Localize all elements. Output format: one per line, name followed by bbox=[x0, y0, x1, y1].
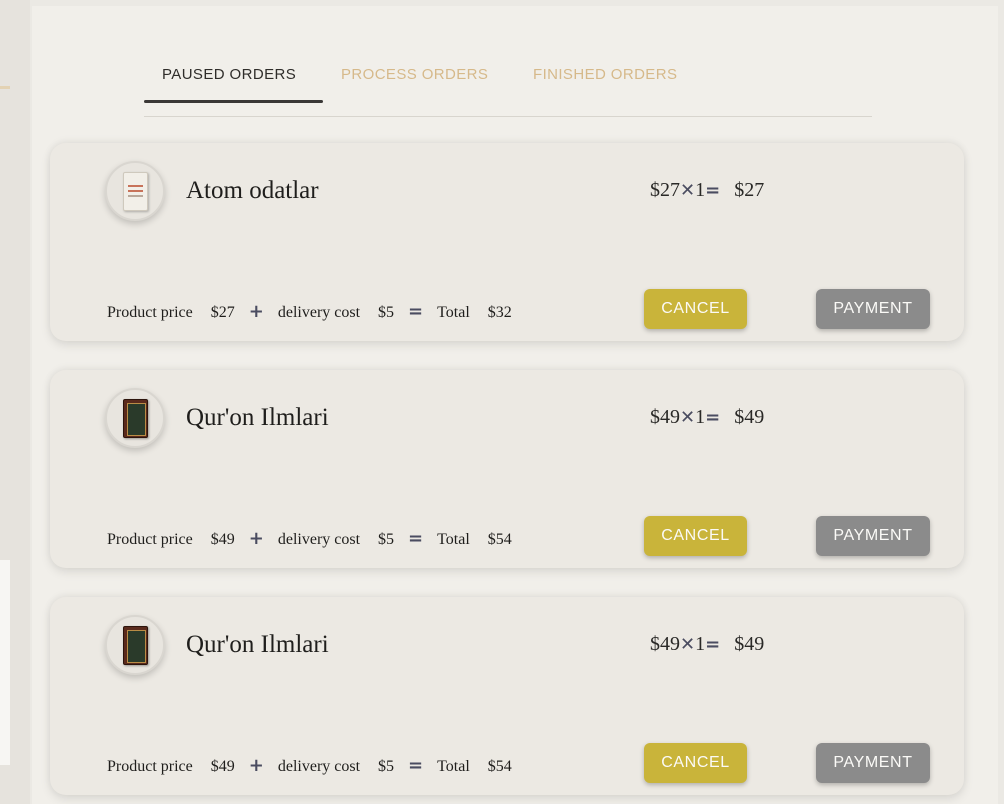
product-title: Qur'on Ilmlari bbox=[186, 404, 329, 431]
product-title: Qur'on Ilmlari bbox=[186, 631, 329, 658]
line-total: $49 bbox=[734, 406, 765, 428]
quantity: 1 bbox=[695, 179, 706, 201]
equals-icon: = bbox=[408, 301, 424, 322]
payment-button[interactable]: PAYMENT bbox=[816, 289, 930, 329]
unit-price-line: $49✕1= $49 bbox=[650, 406, 764, 429]
unit-price: $49 bbox=[650, 406, 680, 428]
delivery-label: delivery cost bbox=[277, 304, 361, 321]
times-icon: ✕ bbox=[680, 634, 696, 655]
times-icon: ✕ bbox=[680, 407, 696, 428]
sidebar-accent-line bbox=[0, 86, 10, 89]
line-total: $27 bbox=[734, 179, 765, 201]
order-card: Qur'on Ilmlari $49✕1= $49 Product price $4… bbox=[50, 370, 964, 568]
product-thumbnail bbox=[105, 161, 165, 221]
total-label: Total bbox=[437, 531, 470, 548]
total-label: Total bbox=[437, 758, 470, 775]
tab-paused-orders[interactable]: PAUSED ORDERS bbox=[162, 66, 296, 83]
tab-finished-orders[interactable]: FINISHED ORDERS bbox=[533, 66, 677, 83]
equals-icon: = bbox=[705, 407, 721, 428]
equals-icon: = bbox=[705, 634, 721, 655]
payment-button[interactable]: PAYMENT bbox=[816, 743, 930, 783]
unit-price: $49 bbox=[650, 633, 680, 655]
total-value: $32 bbox=[487, 304, 512, 321]
plus-icon: + bbox=[248, 528, 264, 549]
product-price: $49 bbox=[210, 758, 235, 775]
active-tab-indicator bbox=[144, 100, 323, 103]
total-label: Total bbox=[437, 304, 470, 321]
unit-price: $27 bbox=[650, 179, 680, 201]
cancel-button[interactable]: CANCEL bbox=[644, 516, 747, 556]
product-title: Atom odatlar bbox=[186, 177, 319, 204]
quantity: 1 bbox=[695, 406, 706, 428]
product-price-label: Product price bbox=[107, 531, 193, 548]
book-cover-icon bbox=[123, 626, 148, 665]
plus-icon: + bbox=[248, 301, 264, 322]
book-cover-icon bbox=[123, 172, 148, 211]
times-icon: ✕ bbox=[680, 180, 696, 201]
cancel-button[interactable]: CANCEL bbox=[644, 743, 747, 783]
product-thumbnail bbox=[105, 615, 165, 675]
delivery-cost: $5 bbox=[378, 758, 395, 775]
equals-icon: = bbox=[705, 180, 721, 201]
tab-process-orders[interactable]: PROCESS ORDERS bbox=[341, 66, 488, 83]
delivery-label: delivery cost bbox=[277, 758, 361, 775]
equals-icon: = bbox=[408, 755, 424, 776]
order-card: Atom odatlar $27✕1= $27 Product price $27 +… bbox=[50, 143, 964, 341]
product-price-label: Product price bbox=[107, 758, 193, 775]
order-tabs: PAUSED ORDERS PROCESS ORDERS FINISHED OR… bbox=[144, 58, 872, 117]
total-value: $54 bbox=[487, 758, 512, 775]
product-price: $27 bbox=[210, 304, 235, 321]
equals-icon: = bbox=[408, 528, 424, 549]
price-summary: Product price $49 + delivery cost $5 = Total $5… bbox=[107, 755, 512, 776]
unit-price-line: $49✕1= $49 bbox=[650, 633, 764, 656]
delivery-label: delivery cost bbox=[277, 531, 361, 548]
quantity: 1 bbox=[695, 633, 706, 655]
plus-icon: + bbox=[248, 755, 264, 776]
unit-price-line: $27✕1= $27 bbox=[650, 179, 764, 202]
total-value: $54 bbox=[487, 531, 512, 548]
product-price-label: Product price bbox=[107, 304, 193, 321]
product-thumbnail bbox=[105, 388, 165, 448]
orders-panel: PAUSED ORDERS PROCESS ORDERS FINISHED OR… bbox=[32, 6, 998, 804]
order-card: Qur'on Ilmlari $49✕1= $49 Product price $4… bbox=[50, 597, 964, 795]
product-price: $49 bbox=[210, 531, 235, 548]
background-sidebar-edge bbox=[0, 0, 30, 804]
delivery-cost: $5 bbox=[378, 531, 395, 548]
price-summary: Product price $49 + delivery cost $5 = Total $5… bbox=[107, 528, 512, 549]
payment-button[interactable]: PAYMENT bbox=[816, 516, 930, 556]
price-summary: Product price $27 + delivery cost $5 = Total $3… bbox=[107, 301, 512, 322]
line-total: $49 bbox=[734, 633, 765, 655]
sidebar-panel-edge bbox=[0, 560, 10, 765]
book-cover-icon bbox=[123, 399, 148, 438]
delivery-cost: $5 bbox=[378, 304, 395, 321]
cancel-button[interactable]: CANCEL bbox=[644, 289, 747, 329]
